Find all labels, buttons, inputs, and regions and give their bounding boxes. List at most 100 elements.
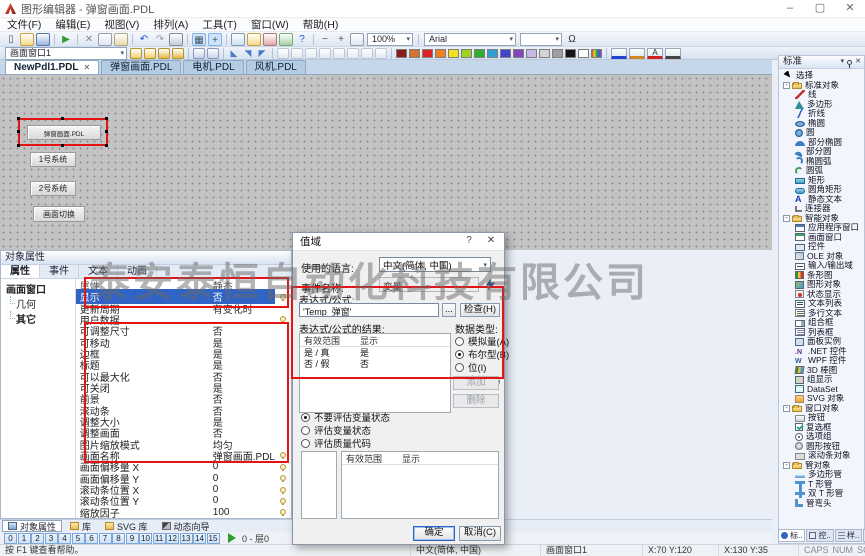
center-horizontal-icon[interactable]	[333, 48, 345, 59]
palette-item-椭圆[interactable]: 椭圆	[781, 119, 864, 129]
tree-item-other[interactable]: 其它	[6, 311, 75, 326]
dialog-help-icon[interactable]: ?	[460, 235, 478, 246]
help-pointer-icon[interactable]: ?	[295, 33, 309, 46]
palette-item-按钮[interactable]: 按钮	[781, 413, 864, 423]
tree-item-geometry[interactable]: 几何	[6, 296, 75, 311]
palette-item-DataSet[interactable]: DataSet	[781, 385, 864, 395]
cut-icon[interactable]: ✕	[82, 33, 96, 46]
pin-icon[interactable]	[847, 60, 852, 65]
align-top-icon[interactable]	[305, 48, 317, 59]
palette-item-WPF 控件[interactable]: WPF 控件	[781, 356, 864, 366]
palette-item-控件[interactable]: 控件	[781, 242, 864, 252]
palette-item-静态文本[interactable]: 静态文本	[781, 195, 864, 205]
grid-icon[interactable]: ▦	[192, 33, 206, 46]
tab-动画[interactable]: 动画	[118, 265, 157, 278]
check-button[interactable]: 检查(H)	[460, 303, 500, 317]
font-size-combo[interactable]: ▾	[520, 33, 562, 46]
palette-item-复选框[interactable]: 复选框	[781, 423, 864, 433]
library-open-icon[interactable]	[247, 33, 261, 46]
layer-button-11[interactable]: 11	[153, 533, 166, 544]
drawing-canvas[interactable]: 弹窗画面.PDL 1号系统2号系统画面切换	[0, 75, 772, 250]
color-swatch-8[interactable]	[487, 49, 498, 58]
layer-lock-icon[interactable]	[144, 48, 156, 59]
expander-icon[interactable]: -	[783, 215, 790, 222]
ok-button[interactable]: 确定	[413, 526, 455, 541]
align-left-icon[interactable]	[277, 48, 289, 59]
property-row-缩放因子[interactable]: 缩放因子100	[76, 507, 291, 518]
palette-item-文本列表[interactable]: 文本列表	[781, 299, 864, 309]
color-swatch-10[interactable]	[513, 49, 524, 58]
document-tab-弹窗画面.PDL[interactable]: 弹窗画面.PDL	[101, 60, 181, 74]
palette-item-应用程序窗口[interactable]: 应用程序窗口	[781, 223, 864, 233]
canvas-button-2号系统[interactable]: 2号系统	[30, 181, 76, 196]
line-color-icon[interactable]	[611, 48, 627, 59]
palette-item-标准对象[interactable]: -标准对象	[781, 81, 864, 91]
palette-item-连接器[interactable]: 连接器	[781, 204, 864, 214]
palette-item-圆弧[interactable]: 圆弧	[781, 166, 864, 176]
palette-item-圆[interactable]: 圆	[781, 128, 864, 138]
rotate-left-icon[interactable]: ◣	[228, 48, 240, 59]
close-button[interactable]: ✕	[835, 0, 865, 18]
font-family-combo[interactable]: Arial▾	[424, 33, 516, 46]
layer-button-9[interactable]: 9	[126, 533, 139, 544]
color-swatch-5[interactable]	[448, 49, 459, 58]
run-icon[interactable]: ▶	[59, 33, 73, 46]
panel-tab-对象属性[interactable]: 对象属性	[2, 520, 62, 532]
color-swatch-16[interactable]	[591, 49, 602, 58]
dynamic-bulb-icon[interactable]	[280, 464, 286, 470]
menu-item-帮助(H)[interactable]: 帮助(H)	[296, 18, 346, 32]
datatype-radio-模拟量(A)[interactable]: 模拟量(A)	[455, 334, 509, 348]
color-swatch-11[interactable]	[526, 49, 537, 58]
menu-item-视图(V)[interactable]: 视图(V)	[97, 18, 146, 32]
zoom-level-combo[interactable]: 100%▾	[367, 33, 413, 46]
menu-item-工具(T)[interactable]: 工具(T)	[195, 18, 243, 32]
menu-item-文件(F)[interactable]: 文件(F)	[0, 18, 48, 32]
expander-icon[interactable]: -	[783, 82, 790, 89]
dynamic-bulb-icon[interactable]	[280, 316, 286, 322]
palette-item-智能对象[interactable]: -智能对象	[781, 214, 864, 224]
layer-button-10[interactable]: 10	[139, 533, 152, 544]
palette-tab-标..[interactable]: 标..	[778, 529, 805, 542]
palette-item-折线[interactable]: 折线	[781, 109, 864, 119]
layer-up-icon[interactable]	[158, 48, 170, 59]
next-layer-arrow-icon[interactable]	[228, 533, 236, 543]
align-right-icon[interactable]	[291, 48, 303, 59]
dynamic-bulb-icon[interactable]	[280, 475, 286, 481]
text-color-icon[interactable]: A	[647, 48, 663, 59]
new-file-icon[interactable]: ▯	[4, 33, 18, 46]
panel-tab-库[interactable]: 库	[64, 520, 97, 532]
same-width-icon[interactable]	[361, 48, 373, 59]
palette-item-选项组[interactable]: 选项组	[781, 432, 864, 442]
color-swatch-13[interactable]	[552, 49, 563, 58]
color-swatch-7[interactable]	[474, 49, 485, 58]
palette-item-双 T 形管[interactable]: 双 T 形管	[781, 489, 864, 499]
palette-item-条形图[interactable]: 条形图	[781, 271, 864, 281]
panel-tab-SVG 库[interactable]: SVG 库	[99, 520, 154, 532]
eval-radio-评估变量状态[interactable]: 评估变量状态	[301, 423, 371, 437]
eval-radio-不要评估变量状态[interactable]: 不要评估变量状态	[301, 410, 390, 424]
palette-item-管弯头[interactable]: 管弯头	[781, 499, 864, 508]
browse-button[interactable]: ...	[442, 303, 456, 317]
lightning-bolt-icon[interactable]	[485, 278, 496, 291]
color-swatch-1[interactable]	[396, 49, 407, 58]
palette-item-圆形按钮[interactable]: 圆形按钮	[781, 442, 864, 452]
palette-item-滚动条对象[interactable]: 滚动条对象	[781, 451, 864, 461]
color-swatch-15[interactable]	[578, 49, 589, 58]
dynamic-bulb-icon[interactable]	[280, 509, 286, 515]
dynamic-bulb-icon[interactable]	[280, 294, 286, 300]
minimize-button[interactable]: –	[775, 0, 805, 18]
layer-button-8[interactable]: 8	[112, 533, 125, 544]
layer-button-0[interactable]: 0	[4, 533, 17, 544]
paste-icon[interactable]	[114, 33, 128, 46]
result-table[interactable]: 有效范围 显示 是 / 真是否 / 假否	[299, 333, 451, 413]
layer-button-15[interactable]: 15	[207, 533, 220, 544]
zoom-region-icon[interactable]	[350, 33, 364, 46]
document-tab-电机.PDL[interactable]: 电机.PDL	[183, 60, 243, 74]
canvas-button-selected[interactable]: 弹窗画面.PDL	[27, 125, 101, 140]
palette-item-多边形[interactable]: 多边形	[781, 100, 864, 110]
palette-item-输入/输出域[interactable]: 输入/输出域	[781, 261, 864, 271]
language-combo[interactable]: 中文(简体, 中国) ▾	[379, 257, 491, 272]
palette-item-窗口对象[interactable]: -窗口对象	[781, 404, 864, 414]
palette-item-3D 棒图[interactable]: 3D 棒图	[781, 366, 864, 376]
undo-icon[interactable]: ↶	[137, 33, 151, 46]
